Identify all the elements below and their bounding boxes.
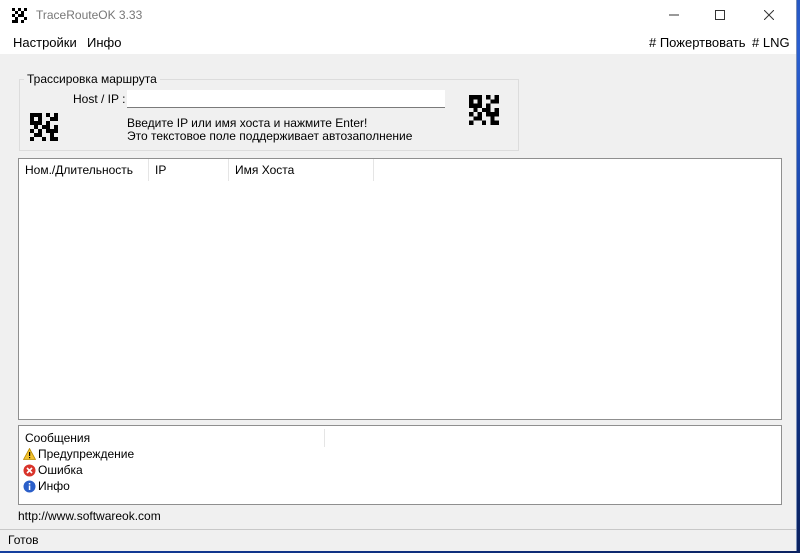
message-label-warning: Предупреждение — [38, 447, 135, 461]
qr-code-icon-left — [30, 113, 58, 141]
error-icon — [23, 464, 36, 476]
messages-panel[interactable]: Сообщения Предупреждение Ошибка Инфо — [18, 425, 782, 505]
info-icon — [23, 480, 36, 492]
message-item-error[interactable]: Ошибка — [23, 462, 83, 478]
maximize-icon — [715, 10, 725, 20]
column-header-ip[interactable]: IP — [149, 159, 229, 181]
website-link[interactable]: http://www.softwareok.com — [18, 509, 161, 523]
message-label-error: Ошибка — [38, 463, 83, 477]
column-header-hop-duration[interactable]: Ном./Длительность — [19, 159, 149, 181]
menu-info[interactable]: Инфо — [87, 35, 121, 50]
window-title: TraceRouteOK 3.33 — [36, 8, 143, 22]
status-text: Готов — [8, 533, 39, 547]
minimize-button[interactable] — [651, 0, 697, 30]
message-label-info: Инфо — [38, 479, 70, 493]
maximize-button[interactable] — [697, 0, 743, 30]
status-bar: Готов — [0, 529, 796, 551]
app-window: TraceRouteOK 3.33 Настройки Инфо # Пожер… — [0, 0, 797, 551]
host-input[interactable] — [127, 90, 445, 108]
menu-settings[interactable]: Настройки — [13, 35, 77, 50]
traceroute-group-legend: Трассировка маршрута — [24, 72, 160, 86]
column-header-hostname[interactable]: Имя Хоста — [229, 159, 374, 181]
hint-text-1: Введите IP или имя хоста и нажмите Enter… — [127, 116, 368, 130]
minimize-icon — [669, 14, 679, 16]
menu-bar: Настройки Инфо # Пожертвовать # LNG — [0, 30, 796, 54]
messages-column-divider — [324, 429, 325, 447]
message-item-warning[interactable]: Предупреждение — [23, 446, 134, 462]
close-button[interactable] — [746, 0, 792, 30]
warning-icon — [23, 448, 36, 460]
hint-text-2: Это текстовое поле поддерживает автозапо… — [127, 129, 413, 143]
app-logo-icon — [12, 8, 27, 23]
menu-language[interactable]: # LNG — [752, 35, 790, 50]
messages-header[interactable]: Сообщения — [25, 431, 90, 445]
qr-code-icon-right[interactable] — [469, 95, 499, 125]
message-item-info[interactable]: Инфо — [23, 478, 70, 494]
host-label: Host / IP : — [73, 92, 126, 106]
title-bar[interactable]: TraceRouteOK 3.33 — [0, 0, 796, 30]
results-table[interactable]: Ном./Длительность IP Имя Хоста — [18, 158, 782, 420]
menu-donate[interactable]: # Пожертвовать — [649, 35, 746, 50]
close-icon — [764, 10, 774, 20]
